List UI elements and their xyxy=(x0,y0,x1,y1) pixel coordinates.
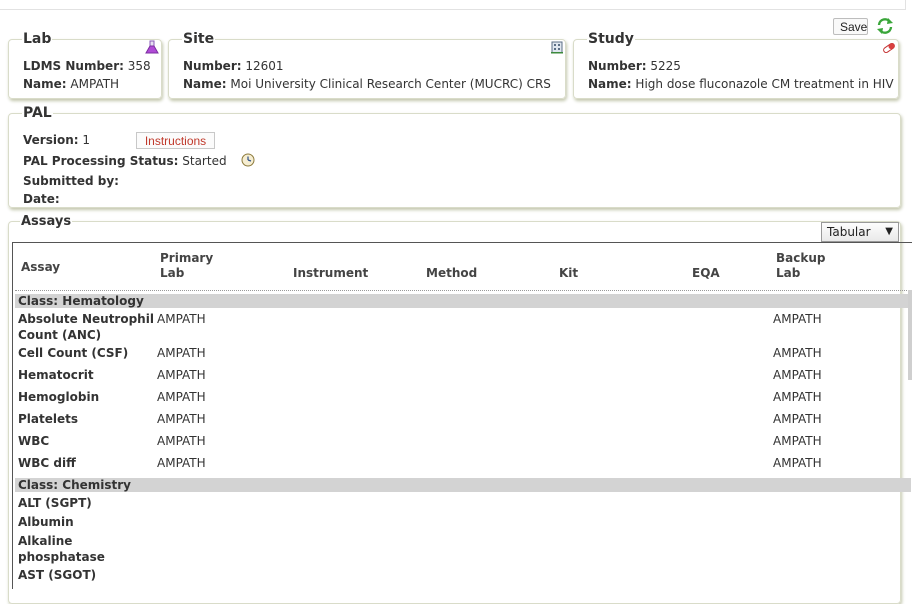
lab-name-label: Name: xyxy=(23,77,67,91)
col-header-backup-lab-line2: Lab xyxy=(776,266,801,280)
study-number: Number: 5225 xyxy=(588,59,681,73)
assay-row-name: Absolute Neutrophil Count (ANC) xyxy=(18,311,154,343)
assay-row-name: AST (SGOT) xyxy=(18,568,97,582)
assay-name-line2: Count (ANC) xyxy=(18,328,102,342)
assay-row-name: Alkaline phosphatase xyxy=(18,533,105,565)
lab-name-value: AMPATH xyxy=(70,77,120,91)
pal-date-label: Date: xyxy=(23,192,60,206)
col-header-primary-lab: Primary Lab xyxy=(160,251,213,281)
pal-status-label: PAL Processing Status: xyxy=(23,154,179,168)
lab-ldms: LDMS Number: 358 xyxy=(23,59,151,73)
site-number-value: 12601 xyxy=(245,59,284,73)
assay-row-name: ALT (SGPT) xyxy=(18,496,92,510)
assay-row-name: WBC xyxy=(18,434,50,448)
chevron-down-icon: ▼ xyxy=(885,226,893,237)
backup-lab-cell: AMPATH xyxy=(773,390,822,404)
site-legend: Site xyxy=(183,31,215,47)
header-separator xyxy=(15,290,911,291)
assays-table: Assay Primary Lab Instrument Method Kit … xyxy=(12,242,912,589)
site-name-value: Moi University Clinical Research Center … xyxy=(230,77,551,91)
primary-lab-cell: AMPATH xyxy=(157,456,206,470)
study-number-label: Number: xyxy=(588,59,647,73)
primary-lab-cell: AMPATH xyxy=(157,368,206,382)
study-name-label: Name: xyxy=(588,77,632,91)
assays-legend: Assays xyxy=(21,214,72,229)
view-select[interactable]: Tabular ▼ xyxy=(821,222,899,242)
backup-lab-cell: AMPATH xyxy=(773,434,822,448)
assay-name-line1: Alkaline xyxy=(18,534,73,548)
instructions-button[interactable]: Instructions xyxy=(136,132,215,149)
backup-lab-cell: AMPATH xyxy=(773,368,822,382)
lab-ldms-label: LDMS Number: xyxy=(23,59,124,73)
pal-submitted-label: Submitted by: xyxy=(23,174,119,188)
col-header-method: Method xyxy=(426,266,478,280)
assay-name-line2: phosphatase xyxy=(18,550,105,564)
assay-row-name: Hemoglobin xyxy=(18,390,100,404)
top-frame-border xyxy=(0,0,906,10)
lab-name: Name: AMPATH xyxy=(23,77,119,91)
study-name-value: High dose fluconazole CM treatment in HI… xyxy=(635,77,894,91)
lab-legend: Lab xyxy=(23,31,52,47)
col-header-primary-lab-line2: Lab xyxy=(160,266,185,280)
study-name: Name: High dose fluconazole CM treatment… xyxy=(588,77,894,91)
primary-lab-cell: AMPATH xyxy=(157,390,206,404)
backup-lab-cell: AMPATH xyxy=(773,346,822,360)
assay-row-name: Hematocrit xyxy=(18,368,94,382)
scrollbar[interactable] xyxy=(908,290,912,380)
study-number-value: 5225 xyxy=(650,59,681,73)
view-select-value: Tabular xyxy=(827,225,871,239)
assay-row-name: Cell Count (CSF) xyxy=(18,346,129,360)
clock-icon[interactable] xyxy=(241,153,255,167)
backup-lab-cell: AMPATH xyxy=(773,312,822,326)
pal-version: Version: 1 xyxy=(23,133,90,147)
backup-lab-cell: AMPATH xyxy=(773,456,822,470)
site-name-label: Name: xyxy=(183,77,227,91)
primary-lab-cell: AMPATH xyxy=(157,346,206,360)
flask-icon xyxy=(145,40,159,54)
assay-row-name: Albumin xyxy=(18,515,74,529)
site-name: Name: Moi University Clinical Research C… xyxy=(183,77,551,91)
primary-lab-cell: AMPATH xyxy=(157,312,206,326)
primary-lab-cell: AMPATH xyxy=(157,412,206,426)
col-header-backup-lab-line1: Backup xyxy=(776,251,826,265)
col-header-assay: Assay xyxy=(21,260,61,274)
assay-row-name: Platelets xyxy=(18,412,79,426)
class-row-hematology: Class: Hematology xyxy=(15,294,911,308)
col-header-primary-lab-line1: Primary xyxy=(160,251,214,265)
study-legend: Study xyxy=(588,31,634,47)
building-icon xyxy=(551,41,563,54)
pal-status-value: Started xyxy=(182,154,227,168)
assay-row-name: WBC diff xyxy=(18,456,76,470)
col-header-kit: Kit xyxy=(559,266,579,280)
pal-version-value: 1 xyxy=(82,133,90,147)
pal-submitted: Submitted by: xyxy=(23,174,119,188)
col-header-backup-lab: Backup Lab xyxy=(776,251,825,281)
site-number-label: Number: xyxy=(183,59,242,73)
backup-lab-cell: AMPATH xyxy=(773,412,822,426)
assay-name-line1: Absolute Neutrophil xyxy=(18,312,154,326)
pal-status: PAL Processing Status: Started xyxy=(23,154,227,168)
col-header-eqa: EQA xyxy=(692,266,720,280)
pal-version-label: Version: xyxy=(23,133,79,147)
pill-icon xyxy=(883,42,895,54)
site-number: Number: 12601 xyxy=(183,59,284,73)
primary-lab-cell: AMPATH xyxy=(157,434,206,448)
class-row-chemistry: Class: Chemistry xyxy=(15,478,911,492)
lab-ldms-value: 358 xyxy=(127,59,151,73)
col-header-instrument: Instrument xyxy=(293,266,369,280)
pal-legend: PAL xyxy=(23,105,52,121)
pal-date: Date: xyxy=(23,192,60,206)
